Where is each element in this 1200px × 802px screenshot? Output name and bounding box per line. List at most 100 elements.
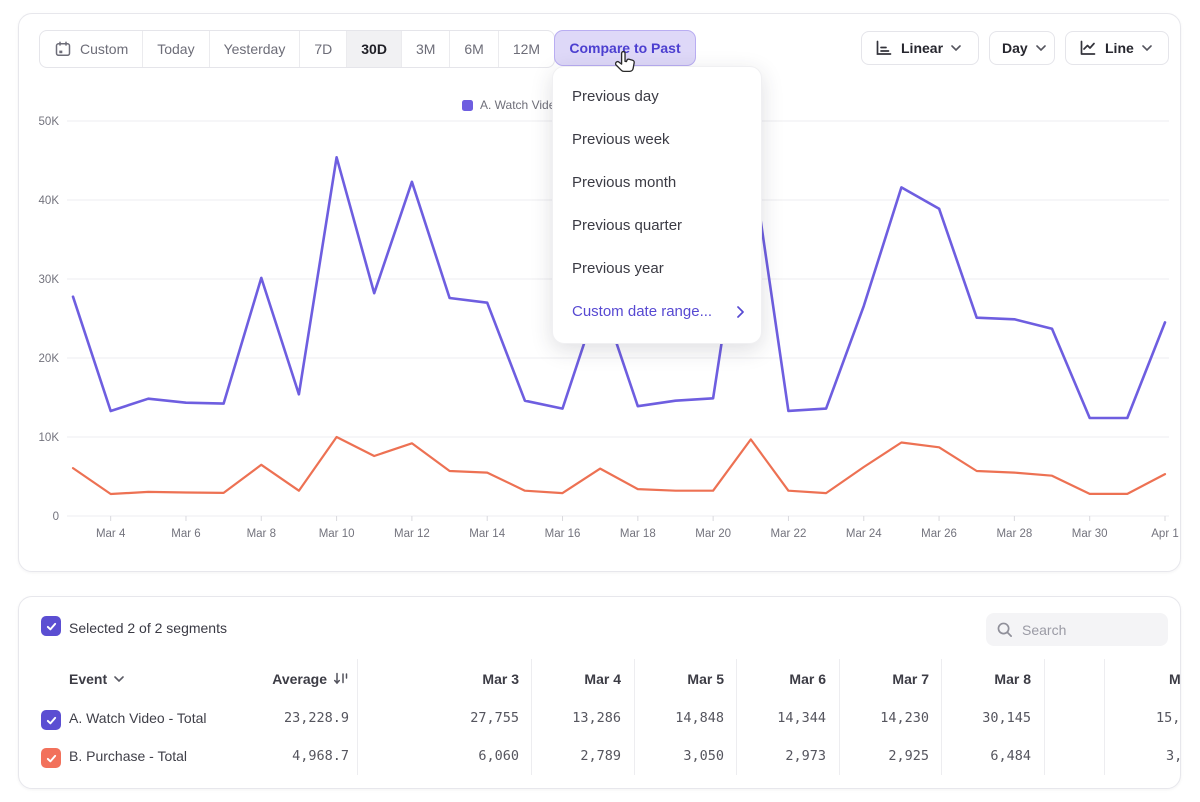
range-label: 12M xyxy=(513,41,540,57)
range-label: Today xyxy=(157,41,194,57)
chevron-down-icon xyxy=(1142,45,1152,51)
x-axis-tick-label: Mar 4 xyxy=(96,528,126,540)
menu-item-previous-day[interactable]: Previous day xyxy=(553,75,761,118)
menu-item-label: Previous year xyxy=(572,247,664,290)
x-axis-tick-label: Mar 12 xyxy=(394,528,430,540)
y-axis-tick-label: 50K xyxy=(39,116,60,128)
x-axis-tick-label: Mar 22 xyxy=(771,528,807,540)
series-line-purchase[interactable] xyxy=(73,437,1165,494)
table-cell: 23,228.9 xyxy=(237,699,349,737)
column-separator xyxy=(1044,659,1045,775)
range-custom[interactable]: Custom xyxy=(40,31,142,67)
x-axis-tick-label: Mar 8 xyxy=(247,528,276,540)
search-box[interactable] xyxy=(986,613,1168,646)
chevron-down-icon xyxy=(951,45,961,51)
event-name: A. Watch Video - Total xyxy=(69,699,206,737)
axis-linear-icon xyxy=(874,39,893,57)
y-axis-tick-label: 30K xyxy=(39,274,60,286)
range-12m[interactable]: 12M xyxy=(498,31,554,67)
x-axis-tick-label: Mar 30 xyxy=(1072,528,1108,540)
table-cell: 13,286 xyxy=(509,699,621,737)
segments-card: Selected 2 of 2 segments Event Average23… xyxy=(18,596,1181,789)
y-axis-tick-label: 0 xyxy=(53,511,59,523)
compare-to-past-menu: Previous dayPrevious weekPrevious monthP… xyxy=(552,66,762,344)
column-separator xyxy=(1104,659,1105,775)
y-axis-tick-label: 20K xyxy=(39,353,60,365)
table-cell: 6,484 xyxy=(919,737,1031,775)
row-checkbox[interactable] xyxy=(41,710,61,730)
table-column-mar-5: Mar 514,8483,050 xyxy=(612,659,724,775)
menu-item-previous-year[interactable]: Previous year xyxy=(553,247,761,290)
chevron-down-icon xyxy=(114,676,124,682)
x-axis-tick-label: Mar 26 xyxy=(921,528,957,540)
table-cell: 14,230 xyxy=(817,699,929,737)
column-header[interactable]: Mar 8 xyxy=(919,659,1031,699)
search-icon xyxy=(996,621,1013,638)
select-all-checkbox[interactable] xyxy=(41,616,61,636)
column-header[interactable]: Mar 7 xyxy=(817,659,929,699)
table-column-mar-3: Mar 327,7556,060 xyxy=(407,659,519,775)
range-7d[interactable]: 7D xyxy=(299,31,346,67)
compare-to-past-button[interactable]: Compare to Past xyxy=(554,30,696,66)
table-cell: 27,755 xyxy=(407,699,519,737)
line-chart-icon xyxy=(1078,39,1097,57)
search-input[interactable] xyxy=(1020,621,1154,639)
row-checkbox[interactable] xyxy=(41,748,61,768)
column-header[interactable]: Mar 3 xyxy=(407,659,519,699)
table-cell: 14,848 xyxy=(612,699,724,737)
menu-item-custom-date-range[interactable]: Custom date range... xyxy=(553,290,761,333)
menu-item-label: Custom date range... xyxy=(572,290,712,333)
truncated-cell: 15, xyxy=(1156,699,1180,737)
x-axis-tick-label: Mar 6 xyxy=(171,528,200,540)
truncated-cell: 3, xyxy=(1166,737,1181,775)
range-3m[interactable]: 3M xyxy=(401,31,449,67)
chart-type-dropdown-button[interactable]: Line xyxy=(1065,31,1169,65)
range-yesterday[interactable]: Yesterday xyxy=(209,31,300,67)
table-column-mar-6: Mar 614,3442,973 xyxy=(714,659,826,775)
table-column-mar-7: Mar 714,2302,925 xyxy=(817,659,929,775)
menu-item-previous-quarter[interactable]: Previous quarter xyxy=(553,204,761,247)
calendar-icon xyxy=(54,40,72,58)
x-axis-tick-label: Mar 18 xyxy=(620,528,656,540)
truncated-column-header: M xyxy=(1169,659,1181,699)
range-label: Yesterday xyxy=(224,41,286,57)
x-axis-tick-label: Apr 1 xyxy=(1151,528,1179,540)
x-axis-tick-label: Mar 28 xyxy=(996,528,1032,540)
menu-item-label: Previous week xyxy=(572,118,670,161)
table-cell: 2,973 xyxy=(714,737,826,775)
event-column-header[interactable]: Event xyxy=(69,659,124,699)
table-cell: 2,925 xyxy=(817,737,929,775)
range-6m[interactable]: 6M xyxy=(449,31,497,67)
table-cell: 30,145 xyxy=(919,699,1031,737)
date-range-group: Custom Today Yesterday 7D 30D 3M 6M 12M xyxy=(39,30,555,68)
range-label: 30D xyxy=(361,41,387,57)
column-separator xyxy=(357,659,358,775)
scale-label: Linear xyxy=(901,40,943,56)
menu-item-label: Previous month xyxy=(572,161,676,204)
event-name: B. Purchase - Total xyxy=(69,737,187,775)
chevron-down-icon xyxy=(1036,45,1046,51)
column-header[interactable]: Mar 4 xyxy=(509,659,621,699)
menu-item-previous-week[interactable]: Previous week xyxy=(553,118,761,161)
column-header[interactable]: Average xyxy=(237,659,349,699)
selected-segments-label: Selected 2 of 2 segments xyxy=(69,620,227,636)
range-label: 6M xyxy=(464,41,483,57)
column-header[interactable]: Mar 5 xyxy=(612,659,724,699)
menu-item-previous-month[interactable]: Previous month xyxy=(553,161,761,204)
range-30d[interactable]: 30D xyxy=(346,31,401,67)
interval-dropdown-button[interactable]: Day xyxy=(989,31,1055,65)
table-column-mar-8: Mar 830,1456,484 xyxy=(919,659,1031,775)
x-axis-tick-label: Mar 10 xyxy=(319,528,355,540)
range-label: 3M xyxy=(416,41,435,57)
x-axis-tick-label: Mar 16 xyxy=(545,528,581,540)
table-cell: 14,344 xyxy=(714,699,826,737)
range-today[interactable]: Today xyxy=(142,31,208,67)
range-label: Custom xyxy=(80,41,128,57)
column-header[interactable]: Mar 6 xyxy=(714,659,826,699)
scale-dropdown-button[interactable]: Linear xyxy=(861,31,979,65)
table-cell: 6,060 xyxy=(407,737,519,775)
x-axis-tick-label: Mar 24 xyxy=(846,528,882,540)
table-cell: 4,968.7 xyxy=(237,737,349,775)
table-cell: 2,789 xyxy=(509,737,621,775)
interval-label: Day xyxy=(1002,40,1028,56)
